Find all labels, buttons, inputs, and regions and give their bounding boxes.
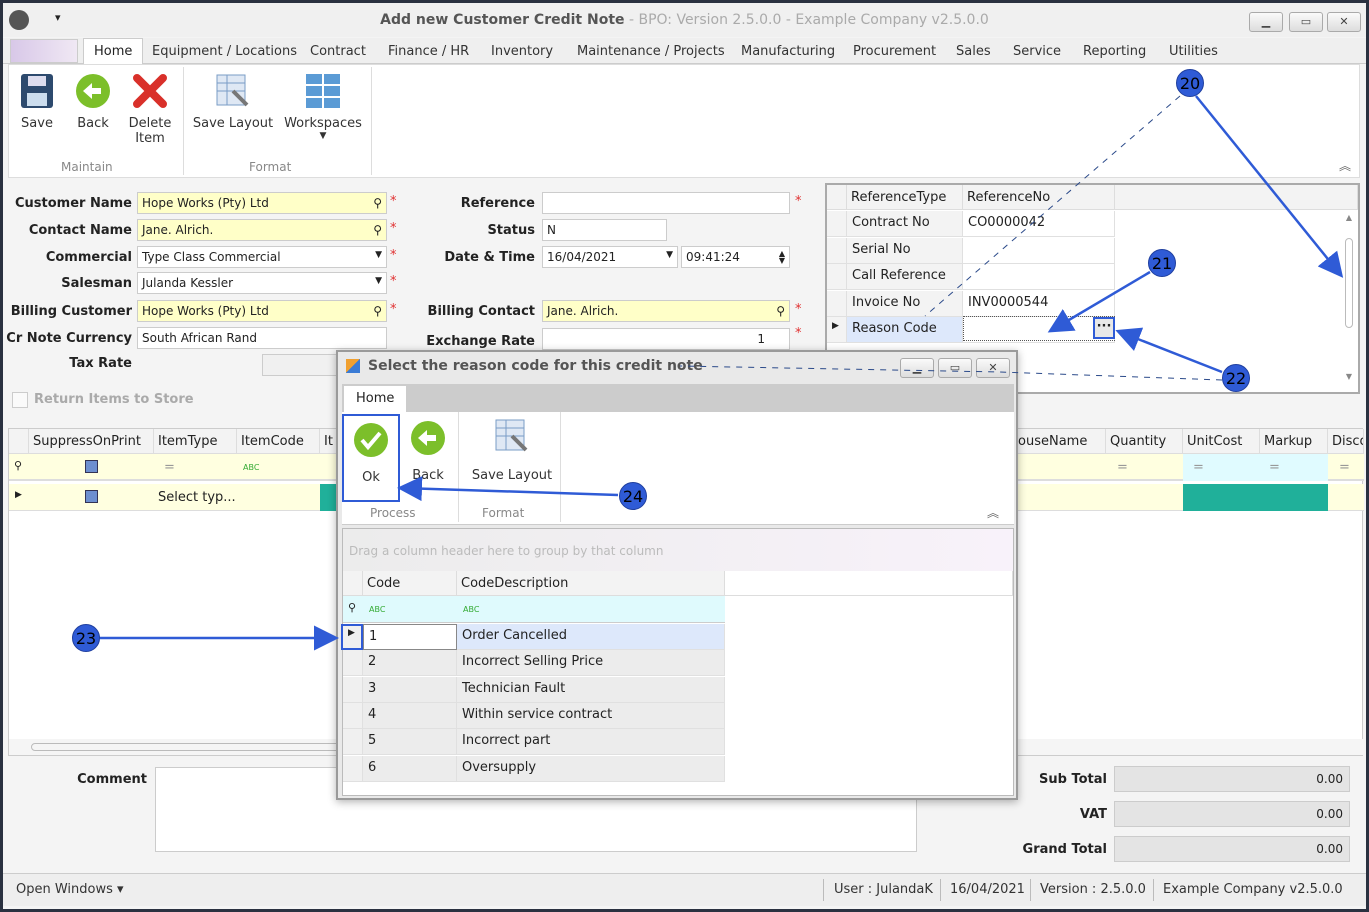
arrow-22 xyxy=(1115,327,1223,374)
annotation-badge-21: 21 xyxy=(1148,249,1176,277)
annotation-badge-24: 24 xyxy=(619,482,647,510)
arrow-24 xyxy=(397,476,619,502)
dashed-guide-22 xyxy=(679,365,1223,381)
annotation-badge-20: 20 xyxy=(1176,69,1204,97)
arrow-21 xyxy=(1047,270,1151,333)
arrow-20 xyxy=(1195,95,1344,278)
annotation-badge-22: 22 xyxy=(1222,364,1250,392)
annotation-badge-23: 23 xyxy=(72,624,100,652)
dashed-guide-20 xyxy=(924,95,1181,317)
annotation-arrows xyxy=(100,95,1344,651)
